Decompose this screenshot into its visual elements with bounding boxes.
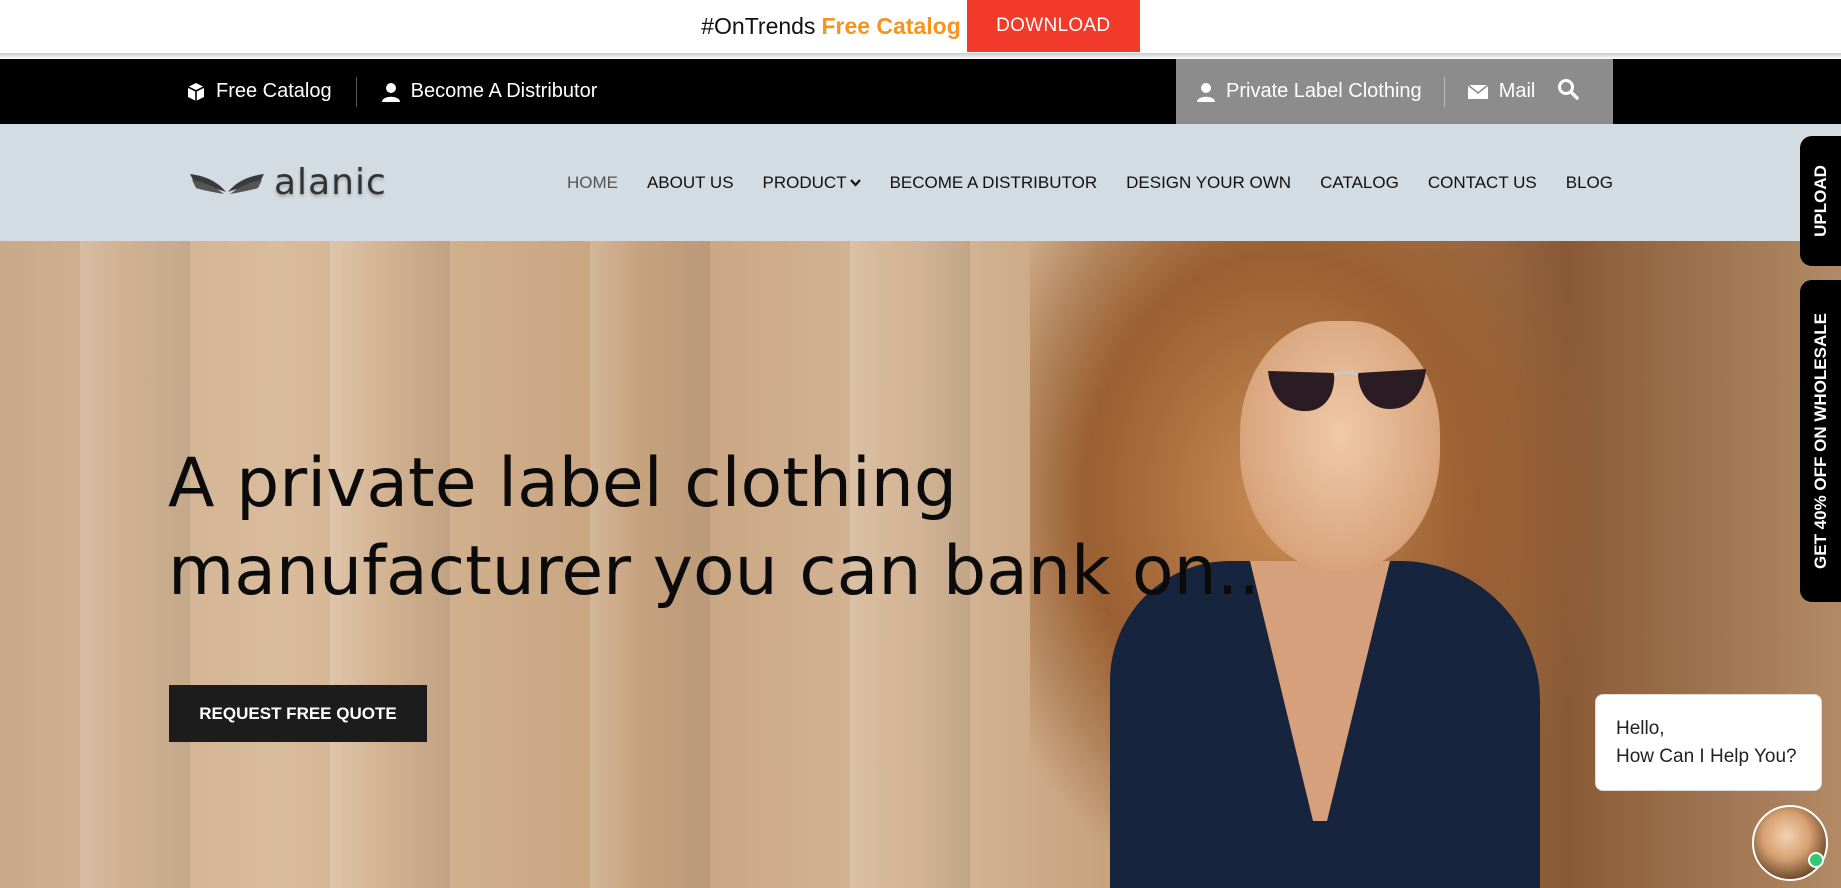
nav-item-design-your-own[interactable]: DESIGN YOUR OWN	[1126, 173, 1291, 193]
hero-headline-line-2: manufacturer you can bank on..	[168, 532, 1260, 611]
wholesale-offer-tab[interactable]: GET 40% OFF ON WHOLESALE	[1800, 280, 1841, 602]
top-bar: Free Catalog Become A Distributor Privat…	[0, 59, 1841, 124]
free-catalog-link[interactable]: Free Catalog	[186, 80, 332, 103]
download-button[interactable]: DOWNLOAD	[966, 0, 1140, 52]
hero-headline-line-1: A private label clothing	[168, 444, 958, 523]
user-icon	[381, 82, 400, 102]
free-catalog-label: Free Catalog	[216, 80, 332, 102]
chevron-down-icon	[849, 178, 861, 187]
upload-tab-label: UPLOAD	[1810, 165, 1830, 237]
chat-greeting: Hello,	[1616, 718, 1665, 739]
divider	[1443, 76, 1445, 107]
private-label-clothing-link[interactable]: Private Label Clothing	[1196, 80, 1422, 103]
wings-icon	[190, 173, 264, 194]
nav-item-catalog[interactable]: CATALOG	[1320, 173, 1399, 193]
search-icon	[1558, 78, 1580, 100]
nav-item-contact-us[interactable]: CONTACT US	[1428, 173, 1537, 193]
announcement-tag: #OnTrends	[701, 12, 816, 39]
wholesale-offer-label: GET 40% OFF ON WHOLESALE	[1810, 313, 1830, 569]
nav-item-become-a-distributor[interactable]: BECOME A DISTRIBUTOR	[890, 173, 1098, 193]
chat-prompt: How Can I Help You?	[1616, 746, 1797, 767]
become-distributor-link[interactable]: Become A Distributor	[381, 80, 598, 103]
announcement-bar: #OnTrends Free Catalog DOWNLOAD	[0, 0, 1841, 58]
mail-link[interactable]: Mail	[1467, 80, 1536, 103]
user-icon	[1197, 82, 1215, 102]
nav-menu: HOME ABOUT US PRODUCT BECOME A DISTRIBUT…	[567, 124, 1613, 241]
online-status-dot	[1808, 852, 1824, 868]
upload-tab[interactable]: UPLOAD	[1800, 136, 1841, 266]
logo-text: alanic	[274, 162, 387, 203]
nav-item-blog[interactable]: BLOG	[1566, 173, 1613, 193]
announcement-highlight[interactable]: Free Catalog	[821, 13, 960, 40]
chat-avatar[interactable]	[1752, 805, 1828, 881]
nav-item-about-us[interactable]: ABOUT US	[647, 173, 734, 193]
divider	[355, 76, 357, 107]
mail-label: Mail	[1498, 80, 1536, 102]
private-label-clothing-label: Private Label Clothing	[1226, 80, 1422, 102]
request-free-quote-button[interactable]: REQUEST FREE QUOTE	[169, 685, 427, 742]
sunglasses-icon	[1268, 369, 1426, 412]
hero-model-face	[1240, 321, 1440, 571]
nav-item-product[interactable]: PRODUCT	[763, 173, 861, 193]
hero-headline: A private label clothing manufacturer yo…	[168, 440, 1260, 616]
nav-item-home[interactable]: HOME	[567, 173, 618, 193]
envelope-icon	[1467, 83, 1489, 99]
search-button[interactable]	[1557, 78, 1580, 106]
logo[interactable]: alanic	[188, 162, 387, 203]
main-nav: alanic HOME ABOUT US PRODUCT BECOME A DI…	[0, 124, 1841, 241]
become-distributor-label: Become A Distributor	[410, 80, 598, 102]
chat-bubble[interactable]: Hello, How Can I Help You?	[1595, 694, 1822, 791]
cube-icon	[187, 82, 205, 101]
nav-item-product-label: PRODUCT	[762, 172, 847, 192]
